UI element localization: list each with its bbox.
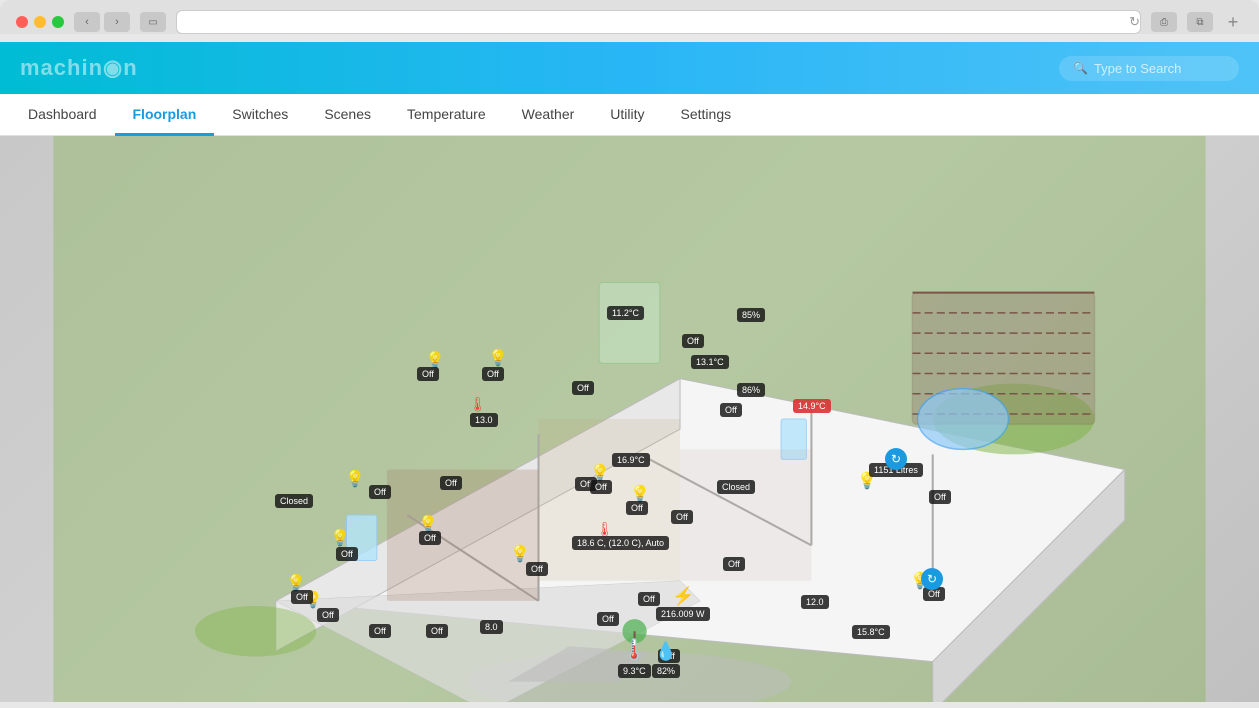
- app-nav: Dashboard Floorplan Switches Scenes Temp…: [0, 94, 1259, 136]
- device-light1[interactable]: Off: [417, 367, 439, 381]
- device-light22[interactable]: Off: [929, 490, 951, 504]
- device-pump1[interactable]: ↻: [885, 448, 907, 470]
- tab-switches[interactable]: Switches: [214, 94, 306, 136]
- power-icon: ⚡: [672, 586, 694, 607]
- app-header: machin◉n 🔍 Type to Search: [0, 42, 1259, 94]
- device-power[interactable]: 216.009 W: [656, 607, 710, 621]
- device-light8[interactable]: Off: [440, 476, 462, 490]
- device-light11[interactable]: Off: [291, 590, 313, 604]
- forward-button[interactable]: ›: [104, 12, 130, 32]
- back-button[interactable]: ‹: [74, 12, 100, 32]
- device-light16[interactable]: Off: [597, 612, 619, 626]
- device-light17[interactable]: Off: [671, 510, 693, 524]
- floorplan-area: 11.2°C 85% Off 13.1°C 86% 14.9°C Off Off…: [0, 136, 1259, 702]
- traffic-lights: [16, 16, 64, 28]
- bulb-icon-8: 💡: [510, 544, 530, 564]
- refresh-button[interactable]: ↻: [1129, 14, 1140, 30]
- device-thermostat2[interactable]: 12.0: [801, 595, 829, 609]
- search-placeholder: Type to Search: [1094, 61, 1181, 76]
- traffic-light-yellow[interactable]: [34, 16, 46, 28]
- traffic-light-red[interactable]: [16, 16, 28, 28]
- address-bar[interactable]: ↻: [176, 10, 1141, 34]
- floorplan-svg: [0, 136, 1259, 702]
- device-light10[interactable]: Off: [336, 547, 358, 561]
- device-light6[interactable]: Off: [626, 501, 648, 515]
- device-temp-garage[interactable]: 15.8°C: [852, 625, 890, 639]
- search-bar[interactable]: 🔍 Type to Search: [1059, 56, 1239, 81]
- traffic-light-green[interactable]: [52, 16, 64, 28]
- device-light2[interactable]: Off: [482, 367, 504, 381]
- device-temp-kitchen[interactable]: 16.9°C: [612, 453, 650, 467]
- device-door2[interactable]: Closed: [717, 480, 755, 494]
- logo-accent: ◉: [103, 55, 123, 80]
- tab-weather[interactable]: Weather: [504, 94, 593, 136]
- device-light20[interactable]: Off: [723, 557, 745, 571]
- logo-text: machin: [20, 55, 103, 80]
- app-logo: machin◉n: [20, 55, 138, 81]
- device-light3[interactable]: Off: [572, 381, 594, 395]
- device-pump2[interactable]: ↻: [921, 568, 943, 590]
- device-light9[interactable]: Off: [419, 531, 441, 545]
- temp-sensor-bottom1: 🌡️ 9.3°C: [618, 637, 651, 678]
- bulb-icon-5: 💡: [330, 528, 350, 548]
- device-light18[interactable]: Off: [638, 592, 660, 606]
- humid-val-bottom1[interactable]: 82%: [652, 664, 680, 678]
- tab-utility[interactable]: Utility: [592, 94, 662, 136]
- device-hottub-temp[interactable]: 14.9°C: [793, 399, 831, 413]
- bulb-icon-2: 💡: [488, 348, 508, 368]
- tab-temperature[interactable]: Temperature: [389, 94, 504, 136]
- device-light13[interactable]: Off: [369, 624, 391, 638]
- app-container: machin◉n 🔍 Type to Search Dashboard Floo…: [0, 42, 1259, 702]
- tab-settings[interactable]: Settings: [663, 94, 750, 136]
- device-light12[interactable]: Off: [317, 608, 339, 622]
- device-thermostat1[interactable]: 13.0: [470, 413, 498, 427]
- device-temp-outdoor2[interactable]: 13.1°C: [691, 355, 729, 369]
- browser-nav-buttons: ‹ ›: [74, 12, 130, 32]
- device-temp-outdoor1[interactable]: 11.2°C: [607, 306, 644, 320]
- temp-val-bottom1[interactable]: 9.3°C: [618, 664, 651, 678]
- device-light7[interactable]: Off: [369, 485, 391, 499]
- search-icon: 🔍: [1073, 61, 1088, 75]
- bulb-icon-3: 💡: [345, 469, 365, 489]
- browser-chrome: ‹ › ▭ ↻ ⎙ ⧉ +: [0, 0, 1259, 34]
- device-humid-outdoor2[interactable]: 86%: [737, 383, 765, 397]
- device-door1[interactable]: Closed: [275, 494, 313, 508]
- device-switch-outdoor1[interactable]: Off: [682, 334, 704, 348]
- sidebar-toggle[interactable]: ▭: [140, 12, 166, 32]
- fullscreen-button[interactable]: ⧉: [1187, 12, 1213, 32]
- tab-floorplan[interactable]: Floorplan: [115, 94, 215, 136]
- tab-dashboard[interactable]: Dashboard: [10, 94, 115, 136]
- browser-titlebar: ‹ › ▭ ↻ ⎙ ⧉ +: [16, 10, 1243, 34]
- device-light5[interactable]: Off: [590, 480, 612, 494]
- device-scale[interactable]: 8.0: [480, 620, 503, 634]
- share-button[interactable]: ⎙: [1151, 12, 1177, 32]
- main-content: 11.2°C 85% Off 13.1°C 86% 14.9°C Off Off…: [0, 136, 1259, 702]
- device-light14[interactable]: Off: [426, 624, 448, 638]
- device-hvac[interactable]: 18.6 C, (12.0 C), Auto: [572, 536, 669, 550]
- humidity-sensor-bottom1: 💧 82%: [652, 641, 680, 678]
- device-humid-outdoor1[interactable]: 85%: [737, 308, 765, 322]
- device-light15[interactable]: Off: [526, 562, 548, 576]
- tab-scenes[interactable]: Scenes: [306, 94, 389, 136]
- device-light21[interactable]: Off: [720, 403, 742, 417]
- thermo-icon-1: 🌡: [469, 396, 487, 413]
- logo-text2: n: [123, 55, 137, 80]
- new-tab-button[interactable]: +: [1223, 12, 1243, 32]
